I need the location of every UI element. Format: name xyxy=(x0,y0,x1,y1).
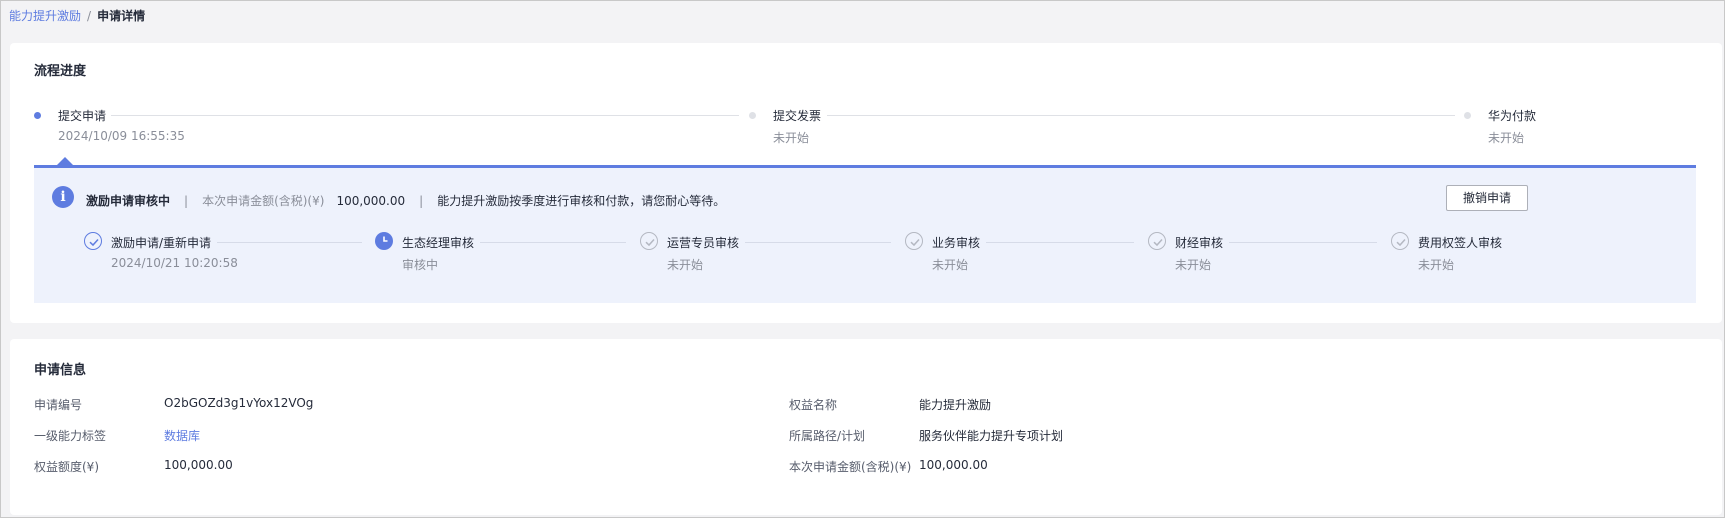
sub-step-status: 未开始 xyxy=(667,258,704,272)
field-value-request-amount: 100,000.00 xyxy=(919,458,988,472)
sub-step-time: 2024/10/21 10:20:58 xyxy=(111,256,238,270)
sub-step-name: 业务审核 xyxy=(932,236,981,250)
sub-step-status: 未开始 xyxy=(1418,258,1455,272)
sub-step-name: 运营专员审核 xyxy=(667,236,740,250)
clock-icon xyxy=(375,232,393,250)
main-step-name: 华为付款 xyxy=(1488,109,1537,123)
review-panel: i 激励申请审核中 | 本次申请金额(含税)(¥) 100,000.00 | 能… xyxy=(34,165,1696,303)
divider: | xyxy=(419,193,424,208)
field-value-capability-tag-link[interactable]: 数据库 xyxy=(164,427,200,444)
step-dot-active xyxy=(34,112,41,119)
field-value-application-id: O2bGOZd3g1vYox12VOg xyxy=(164,396,314,410)
review-status: 激励申请审核中 xyxy=(86,194,171,208)
main-step-connector xyxy=(111,115,739,116)
application-info-card: 申请信息 申请编号 O2bGOZd3g1vYox12VOg 一级能力标签 数据库… xyxy=(10,339,1722,515)
field-label-request-amount: 本次申请金额(含税)(¥) xyxy=(789,460,912,474)
field-label-benefit-quota: 权益额度(¥) xyxy=(34,460,99,474)
sub-step-connector xyxy=(745,242,891,243)
main-step-name: 提交申请 xyxy=(58,109,107,123)
info-title: 申请信息 xyxy=(34,363,87,378)
sub-step-name: 生态经理审核 xyxy=(402,236,475,250)
check-circle-icon xyxy=(640,232,658,250)
field-value-path-plan: 服务伙伴能力提升专项计划 xyxy=(919,429,1064,443)
breadcrumb-link-parent[interactable]: 能力提升激励 xyxy=(9,7,81,24)
main-step-name: 提交发票 xyxy=(773,109,822,123)
step-dot xyxy=(749,112,756,119)
check-circle-icon xyxy=(905,232,923,250)
amount-value: 100,000.00 xyxy=(336,193,406,208)
divider: | xyxy=(184,193,189,208)
progress-card: 流程进度 提交申请 2024/10/09 16:55:35 提交发票 未开始 华… xyxy=(10,43,1722,323)
sub-step-name: 激励申请/重新申请 xyxy=(111,236,212,250)
sub-step-connector xyxy=(217,242,362,243)
main-step-connector xyxy=(827,115,1455,116)
field-label-path-plan: 所属路径/计划 xyxy=(789,429,866,443)
sub-step-connector xyxy=(480,242,626,243)
progress-title: 流程进度 xyxy=(34,64,87,79)
field-label-capability-tag: 一级能力标签 xyxy=(34,429,107,443)
sub-step-name: 财经审核 xyxy=(1175,236,1224,250)
sub-step-status: 审核中 xyxy=(402,258,439,272)
review-status-row: 激励申请审核中 | 本次申请金额(含税)(¥) 100,000.00 | 能力提… xyxy=(86,192,725,209)
amount-label: 本次申请金额(含税)(¥) xyxy=(202,194,325,208)
check-circle-icon xyxy=(1148,232,1166,250)
field-label-application-id: 申请编号 xyxy=(34,398,83,412)
check-circle-icon xyxy=(1391,232,1409,250)
sub-step-name: 费用权签人审核 xyxy=(1418,236,1503,250)
field-value-benefit-name: 能力提升激励 xyxy=(919,398,992,412)
field-label-benefit-name: 权益名称 xyxy=(789,398,838,412)
breadcrumb: 能力提升激励 / 申请详情 xyxy=(9,7,145,24)
main-step-status: 未开始 xyxy=(1488,131,1525,145)
review-notice: 能力提升激励按季度进行审核和付款，请您耐心等待。 xyxy=(437,194,726,208)
cancel-application-button[interactable]: 撤销申请 xyxy=(1446,185,1528,211)
sub-step-connector xyxy=(1229,242,1377,243)
breadcrumb-current: 申请详情 xyxy=(97,9,146,23)
sub-step-status: 未开始 xyxy=(1175,258,1212,272)
sub-step-connector xyxy=(986,242,1134,243)
field-value-benefit-quota: 100,000.00 xyxy=(164,458,233,472)
sub-step-status: 未开始 xyxy=(932,258,969,272)
info-icon: i xyxy=(52,186,74,208)
step-dot xyxy=(1464,112,1471,119)
check-circle-icon xyxy=(84,232,102,250)
main-step-time: 2024/10/09 16:55:35 xyxy=(58,129,185,143)
panel-pointer xyxy=(57,157,73,165)
breadcrumb-separator: / xyxy=(87,8,92,23)
main-step-status: 未开始 xyxy=(773,131,810,145)
